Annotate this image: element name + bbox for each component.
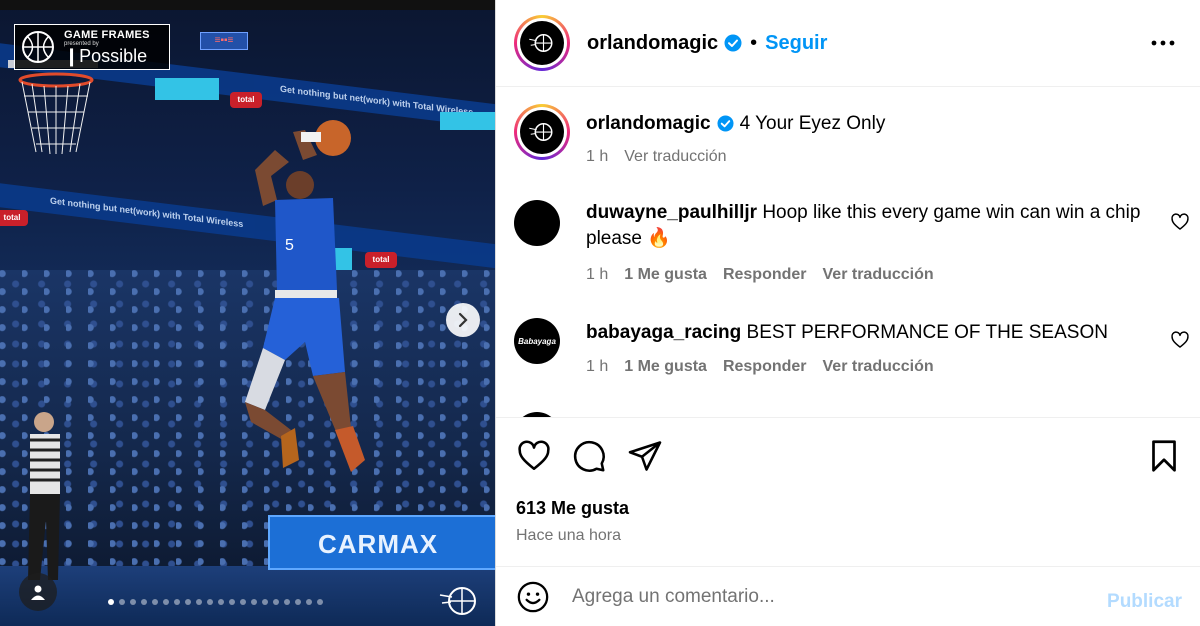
carousel-dot[interactable] <box>262 599 268 605</box>
account-avatar[interactable] <box>514 15 570 71</box>
badge-title: GAME FRAMES <box>64 29 150 41</box>
scoreboard: ≡▪▪≡ <box>200 32 248 50</box>
court-sign-text: CARMAX <box>318 529 439 559</box>
comment-icon[interactable] <box>571 438 607 474</box>
header-separator: • <box>750 31 758 54</box>
comment-item: duwayne_paulhilljr Hoop like this every … <box>514 200 1194 283</box>
carousel-dot[interactable] <box>284 599 290 605</box>
comment-likes[interactable]: 1 Me gusta <box>624 266 707 284</box>
comment-time: 1 h <box>586 358 609 375</box>
comment-time: 1 h <box>586 266 609 283</box>
magic-logo-icon <box>529 123 553 141</box>
carousel-dot[interactable] <box>196 599 202 605</box>
carousel-dot[interactable] <box>119 599 125 605</box>
carousel-dot[interactable] <box>152 599 158 605</box>
magic-logo-icon <box>439 587 476 615</box>
post-modal: Get nothing but net(work) with Total Wir… <box>0 0 1200 626</box>
verified-icon <box>717 115 734 133</box>
carousel-dot[interactable] <box>251 599 257 605</box>
follow-button[interactable]: Seguir <box>765 32 827 55</box>
reply-button[interactable]: Responder <box>723 266 807 284</box>
gamefr-ball-icon <box>22 31 54 63</box>
translate-link[interactable]: Ver traducción <box>823 266 934 284</box>
arena-light <box>440 112 495 130</box>
game-frames-badge: GAME FRAMES presented by ❙Possible <box>14 24 170 70</box>
commenter-avatar[interactable]: Babayaga <box>514 318 560 364</box>
post-details-panel: orlandomagic • Seguir orlandomagic 4 You… <box>495 0 1200 626</box>
carousel-dot[interactable] <box>141 599 147 605</box>
more-icon <box>1151 40 1175 46</box>
carousel-dots <box>108 599 323 605</box>
post-timestamp: Hace una hora <box>516 527 621 544</box>
comment-input[interactable] <box>572 585 1072 608</box>
referee <box>28 412 60 580</box>
jersey-number: 5 <box>285 237 294 254</box>
post-header: orlandomagic • Seguir <box>496 0 1200 87</box>
image-top-strip <box>0 0 495 10</box>
publish-button[interactable]: Publicar <box>1107 591 1182 613</box>
emoji-icon[interactable] <box>516 580 550 614</box>
verified-icon <box>724 34 742 52</box>
sponsor-tag: total <box>0 210 28 226</box>
badge-brand: ❙Possible <box>64 46 148 66</box>
heart-icon[interactable] <box>516 438 552 474</box>
reply-button[interactable]: Responder <box>723 358 807 376</box>
carousel-dot[interactable] <box>207 599 213 605</box>
caption-time: 1 h <box>586 148 609 165</box>
basketball-hoop <box>8 60 98 155</box>
heart-icon[interactable] <box>1170 212 1190 232</box>
account-avatar[interactable] <box>514 104 570 160</box>
add-comment-bar: Publicar <box>496 566 1200 626</box>
next-image-button[interactable] <box>446 303 480 337</box>
carousel-dot[interactable] <box>306 599 312 605</box>
carousel-dot[interactable] <box>174 599 180 605</box>
post-caption: orlandomagic 4 Your Eyez Only 1 h Ver tra… <box>514 104 1194 174</box>
user-tag-icon <box>31 585 45 600</box>
sponsor-tag: total <box>230 92 262 108</box>
caption-username[interactable]: orlandomagic <box>586 113 711 134</box>
comments-list[interactable]: orlandomagic 4 Your Eyez Only 1 h Ver tra… <box>496 88 1200 418</box>
carousel-dot[interactable] <box>295 599 301 605</box>
carousel-dot[interactable] <box>163 599 169 605</box>
court-sign: CARMAX <box>268 515 495 570</box>
player-dunk: 5 <box>245 120 365 472</box>
comment-item: Babayaga babayaga_racing BEST PERFORMANC… <box>514 318 1194 388</box>
likes-count[interactable]: 613 Me gusta <box>516 498 629 519</box>
comment-username[interactable]: duwayne_paulhilljr <box>586 202 757 223</box>
carousel-dot[interactable] <box>273 599 279 605</box>
arena-light <box>155 78 219 100</box>
caption-translate-link[interactable]: Ver traducción <box>624 148 726 166</box>
tagged-users-button[interactable] <box>19 573 57 611</box>
chevron-right-icon <box>458 312 468 328</box>
carousel-dot[interactable] <box>240 599 246 605</box>
carousel-dot[interactable] <box>229 599 235 605</box>
carousel-dot[interactable] <box>317 599 323 605</box>
avatar-logo-text: Babayaga <box>518 336 556 346</box>
header-username[interactable]: orlandomagic <box>587 32 718 55</box>
comment-text: BEST PERFORMANCE OF THE SEASON <box>746 322 1108 343</box>
comment-likes[interactable]: 1 Me gusta <box>624 358 707 376</box>
post-image[interactable]: Get nothing but net(work) with Total Wir… <box>0 0 495 626</box>
commenter-avatar[interactable] <box>514 412 560 417</box>
translate-link[interactable]: Ver traducción <box>823 358 934 376</box>
magic-logo-icon <box>529 34 553 52</box>
carousel-dot[interactable] <box>108 599 114 605</box>
bookmark-icon[interactable] <box>1146 438 1182 474</box>
post-actions <box>496 438 1200 478</box>
comment-username[interactable]: babayaga_racing <box>586 322 741 343</box>
more-options-button[interactable] <box>1150 30 1176 56</box>
heart-icon[interactable] <box>1170 330 1190 350</box>
carousel-dot[interactable] <box>185 599 191 605</box>
caption-text: 4 Your Eyez Only <box>739 113 886 134</box>
share-icon[interactable] <box>627 438 663 474</box>
carousel-dot[interactable] <box>130 599 136 605</box>
commenter-avatar[interactable] <box>514 200 560 246</box>
carousel-dot[interactable] <box>218 599 224 605</box>
